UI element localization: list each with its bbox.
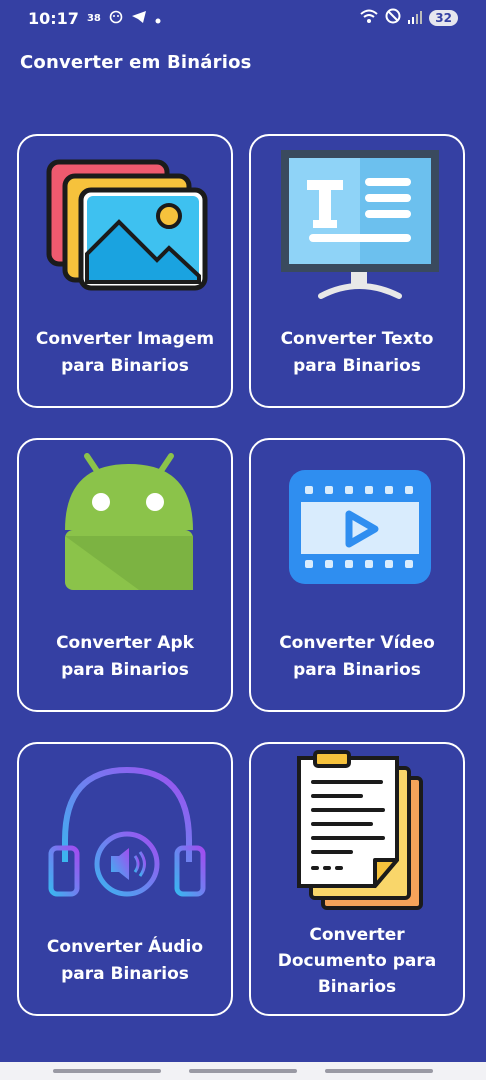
convert-video-card[interactable]: Converter Vídeo para Binarios <box>249 438 465 712</box>
status-bar: 10:17 38 32 <box>0 0 486 36</box>
signal-icon <box>407 9 423 28</box>
nav-home-indicator[interactable] <box>189 1069 297 1073</box>
convert-text-card[interactable]: Converter Texto para Binarios <box>249 134 465 408</box>
image-icon <box>19 136 231 306</box>
page-title: Converter em Binários <box>20 52 252 73</box>
navigation-bar <box>0 1062 486 1080</box>
card-label: Converter Apk para Binarios <box>56 633 194 680</box>
telegram-icon <box>131 9 147 28</box>
nav-recents-indicator[interactable] <box>53 1069 161 1073</box>
face-icon <box>109 9 123 28</box>
notification-count: 38 <box>86 12 101 24</box>
headphones-icon <box>19 744 231 914</box>
convert-image-card[interactable]: Converter Imagem para Binarios <box>17 134 233 408</box>
text-document-icon <box>251 136 463 306</box>
document-icon <box>251 744 463 914</box>
dot-icon <box>155 9 161 28</box>
nav-back-indicator[interactable] <box>325 1069 433 1073</box>
status-left: 10:17 38 <box>28 9 161 28</box>
wifi-icon <box>359 8 379 28</box>
battery-indicator: 32 <box>429 10 458 26</box>
clock: 10:17 <box>28 8 79 28</box>
android-icon <box>19 440 231 610</box>
status-right: 32 <box>359 8 458 28</box>
card-label: Converter Texto para Binarios <box>280 329 434 376</box>
convert-document-card[interactable]: Converter Documento para Binarios <box>249 742 465 1016</box>
card-label: Converter Imagem para Binarios <box>35 329 215 376</box>
card-label: Converter Vídeo para Binarios <box>279 633 435 680</box>
convert-audio-card[interactable]: Converter Áudio para Binarios <box>17 742 233 1016</box>
convert-apk-card[interactable]: Converter Apk para Binarios <box>17 438 233 712</box>
do-not-disturb-icon <box>385 8 401 28</box>
card-label: Converter Documento para Binarios <box>277 925 437 997</box>
video-icon <box>251 440 463 610</box>
card-label: Converter Áudio para Binarios <box>46 937 204 984</box>
